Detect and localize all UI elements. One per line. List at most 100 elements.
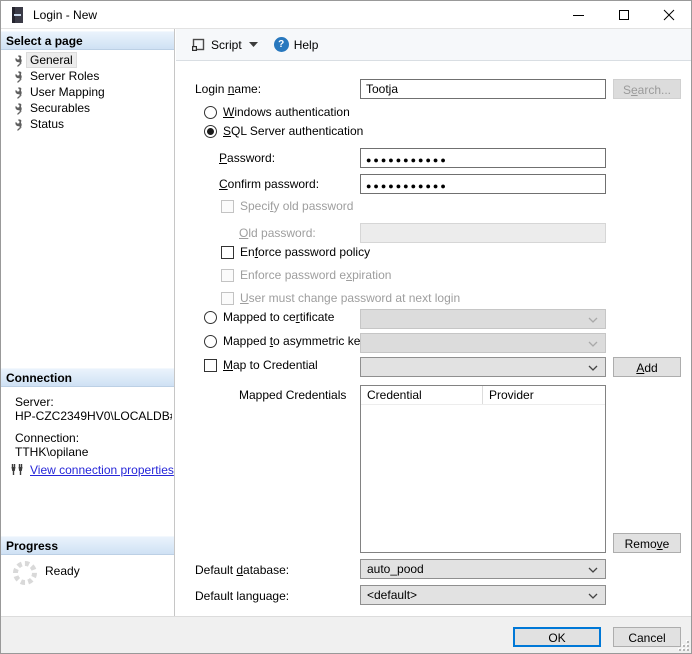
enforce-password-policy-label: Enforce password policy [240, 245, 370, 259]
credential-column-header[interactable]: Credential [361, 386, 483, 404]
confirm-password-label: Confirm password: [219, 177, 319, 191]
map-credential-combo[interactable] [360, 357, 606, 377]
connection-value: TTHK\opilane [15, 445, 172, 459]
minimize-icon [573, 15, 584, 16]
old-password-label: Old password: [239, 226, 316, 240]
script-dropdown-icon[interactable] [249, 42, 258, 47]
enforce-password-policy-checkbox[interactable]: Enforce password policy [221, 245, 370, 259]
window-title: Login - New [33, 8, 97, 22]
default-database-combo[interactable]: auto_pood [360, 559, 606, 579]
main-panel: Script ? Help Login name: Search... Wind… [176, 29, 692, 618]
windows-auth-radio[interactable]: Windows authentication [204, 105, 350, 119]
ok-button[interactable]: OK [513, 627, 601, 647]
dialog-footer: OK Cancel [1, 616, 691, 653]
sidebar-item-label: Securables [27, 101, 93, 115]
login-name-label: Login name: [195, 82, 261, 96]
mapped-asymmetric-combo[interactable] [360, 333, 606, 353]
chevron-down-icon [588, 593, 598, 599]
checkbox-icon [204, 359, 217, 372]
server-value: HP-CZC2349HV0\LOCALDB#B55 [15, 409, 172, 423]
radio-icon [204, 335, 217, 348]
remove-button[interactable]: Remove [613, 533, 681, 553]
map-credential-checkbox[interactable]: Map to Credential [204, 358, 318, 372]
wrench-icon [9, 86, 23, 99]
chevron-down-icon [588, 341, 598, 347]
old-password-input[interactable] [360, 223, 606, 243]
mapped-certificate-radio[interactable]: Mapped to certificate [204, 310, 334, 324]
credentials-list-header: Credential Provider [361, 386, 605, 405]
radio-selected-icon [204, 125, 217, 138]
sql-auth-label: SQL Server authentication [223, 124, 363, 138]
server-label: Server: [15, 395, 172, 409]
radio-icon [204, 311, 217, 324]
default-language-combo[interactable]: <default> [360, 585, 606, 605]
progress-header: Progress [1, 536, 174, 555]
add-button[interactable]: Add [613, 357, 681, 377]
enforce-password-expiration-checkbox[interactable]: Enforce password expiration [221, 268, 391, 282]
wrench-icon [9, 54, 23, 67]
specify-old-password-checkbox[interactable]: Specify old password [221, 199, 353, 213]
minimize-button[interactable] [556, 1, 601, 29]
password-input[interactable] [360, 148, 606, 168]
script-icon [190, 37, 206, 53]
close-button[interactable] [646, 1, 691, 29]
maximize-button[interactable] [601, 1, 646, 29]
sidebar-item-label: User Mapping [27, 85, 108, 99]
must-change-password-checkbox[interactable]: User must change password at next login [221, 291, 460, 305]
default-database-label: Default database: [195, 563, 289, 577]
sidebar-item-user-mapping[interactable]: User Mapping [1, 84, 174, 100]
mapped-certificate-label: Mapped to certificate [223, 310, 334, 324]
login-new-dialog: Login - New Select a page General Server… [0, 0, 692, 654]
script-label: Script [211, 38, 242, 52]
confirm-password-input[interactable] [360, 174, 606, 194]
progress-status: Ready [45, 564, 80, 578]
connection-label: Connection: [15, 431, 172, 445]
select-a-page-header: Select a page [1, 31, 174, 50]
checkbox-icon [221, 292, 234, 305]
close-icon [663, 9, 675, 21]
map-credential-label: Map to Credential [223, 358, 318, 372]
checkbox-icon [221, 269, 234, 282]
connection-info: Connection: TTHK\opilane [15, 431, 172, 459]
default-language-label: Default language: [195, 589, 289, 603]
sidebar-item-server-roles[interactable]: Server Roles [1, 68, 174, 84]
server-info: Server: HP-CZC2349HV0\LOCALDB#B55 [15, 395, 172, 423]
sidebar-item-securables[interactable]: Securables [1, 100, 174, 116]
radio-icon [204, 106, 217, 119]
mapped-asymmetric-label: Mapped to asymmetric key [223, 334, 366, 348]
windows-auth-label: Windows authentication [223, 105, 350, 119]
cancel-button[interactable]: Cancel [613, 627, 681, 647]
titlebar: Login - New [1, 1, 691, 29]
search-button[interactable]: Search... [613, 79, 681, 99]
view-connection-properties-link[interactable]: View connection properties [30, 463, 174, 477]
wrench-icon [9, 102, 23, 115]
provider-column-header[interactable]: Provider [483, 386, 534, 404]
toolbar: Script ? Help [176, 29, 692, 61]
mapped-asymmetric-radio[interactable]: Mapped to asymmetric key [204, 334, 366, 348]
wrench-icon [9, 118, 23, 131]
sidebar-item-status[interactable]: Status [1, 116, 174, 132]
default-language-value: <default> [367, 588, 417, 602]
help-button[interactable]: ? Help [270, 33, 323, 57]
wrench-icon [9, 70, 23, 83]
sidebar: Select a page General Server Roles User … [1, 29, 175, 618]
checkbox-icon [221, 200, 234, 213]
resize-grip[interactable] [679, 641, 689, 651]
mapped-certificate-combo[interactable] [360, 309, 606, 329]
sidebar-item-label: General [27, 53, 76, 67]
chevron-down-icon [588, 567, 598, 573]
login-name-input[interactable] [360, 79, 606, 99]
chevron-down-icon [588, 365, 598, 371]
app-icon [11, 7, 24, 23]
help-label: Help [294, 38, 319, 52]
sql-auth-radio[interactable]: SQL Server authentication [204, 124, 363, 138]
connection-header: Connection [1, 368, 174, 387]
progress-spinner-icon [11, 559, 39, 587]
default-database-value: auto_pood [367, 562, 424, 576]
mapped-credentials-list[interactable]: Credential Provider [360, 385, 606, 553]
connection-properties-icon [9, 463, 25, 477]
must-change-password-label: User must change password at next login [240, 291, 460, 305]
sidebar-item-general[interactable]: General [1, 52, 174, 68]
mapped-credentials-label: Mapped Credentials [239, 388, 346, 402]
script-button[interactable]: Script [186, 33, 262, 57]
